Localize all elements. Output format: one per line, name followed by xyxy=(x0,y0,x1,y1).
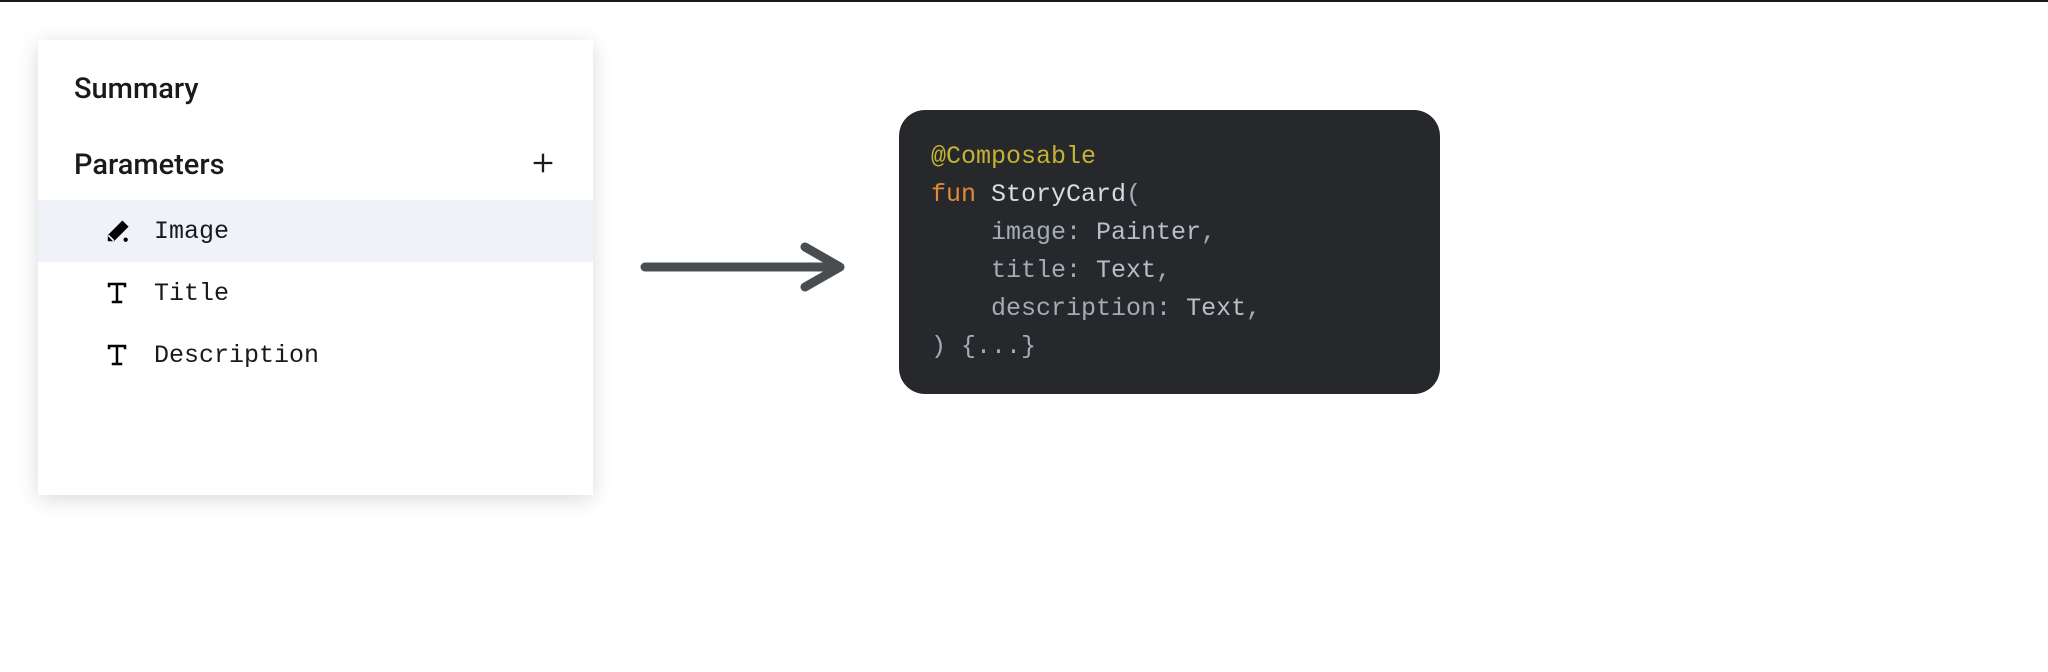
summary-heading: Summary xyxy=(38,72,593,106)
parameters-header-row: Parameters xyxy=(38,148,593,182)
parameters-heading: Parameters xyxy=(74,148,225,182)
code-line-annotation: @Composable xyxy=(931,138,1408,176)
parameter-label: Title xyxy=(154,279,229,308)
code-line-param: title: Text, xyxy=(931,252,1408,290)
code-preview: @Composable fun StoryCard( image: Painte… xyxy=(899,110,1440,394)
plus-icon xyxy=(529,149,557,177)
image-fill-icon xyxy=(102,216,132,246)
parameter-item-title[interactable]: Title xyxy=(38,262,593,324)
code-line-close: ) {...} xyxy=(931,328,1408,366)
properties-panel: Summary Parameters Image Title xyxy=(38,40,593,495)
code-line-param: description: Text, xyxy=(931,290,1408,328)
parameter-label: Description xyxy=(154,341,319,370)
text-icon xyxy=(102,278,132,308)
code-line-signature: fun StoryCard( xyxy=(931,176,1408,214)
add-parameter-button[interactable] xyxy=(529,149,557,181)
text-icon xyxy=(102,340,132,370)
parameter-label: Image xyxy=(154,217,229,246)
arrow-icon xyxy=(640,242,855,292)
parameter-item-image[interactable]: Image xyxy=(38,200,593,262)
code-line-param: image: Painter, xyxy=(931,214,1408,252)
parameter-item-description[interactable]: Description xyxy=(38,324,593,386)
